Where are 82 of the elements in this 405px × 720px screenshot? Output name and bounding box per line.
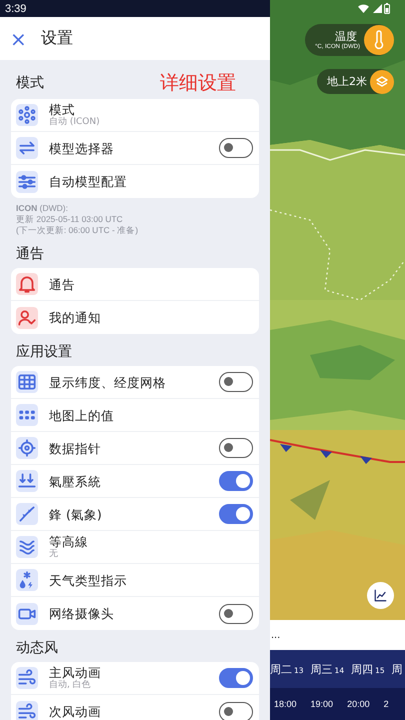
settings-row[interactable]: 通告 — [11, 268, 259, 301]
setting-label: 模型选择器 — [49, 140, 115, 156]
height-button[interactable]: 地上2米 — [317, 69, 393, 94]
settings-row[interactable]: 我的通知 — [11, 301, 259, 334]
settings-row[interactable]: 鋒 (氣象) — [11, 498, 259, 531]
settings-row[interactable]: 模型选择器 — [11, 132, 259, 165]
time-label[interactable]: 20:00 — [347, 699, 370, 709]
close-button[interactable]: × — [8, 28, 29, 48]
toggle-switch[interactable] — [219, 138, 253, 158]
toggle-switch[interactable] — [219, 372, 253, 392]
setting-label: 主风动画 — [49, 665, 102, 680]
section-title: 通告 — [16, 246, 44, 263]
day-tab[interactable]: 周 — [392, 662, 403, 676]
setting-label: 数据指针 — [49, 440, 102, 456]
settings-row[interactable]: 显示纬度、经度网格 — [11, 366, 259, 399]
toggle-switch[interactable] — [219, 702, 253, 720]
toggle-switch[interactable] — [219, 504, 253, 524]
settings-row[interactable]: 等高線 无 — [11, 531, 259, 564]
section-title: 动态风 — [16, 640, 58, 657]
dots-icon — [16, 404, 38, 426]
wifi-icon — [358, 4, 369, 13]
update-info: ICON (DWD): — [16, 203, 69, 214]
camera-icon — [16, 602, 38, 624]
target-icon — [16, 437, 38, 459]
toggle-switch[interactable] — [219, 668, 253, 688]
setting-label: 鋒 (氣象) — [49, 506, 103, 522]
front-icon — [16, 503, 38, 525]
setting-label: 模式 — [49, 102, 76, 117]
network-icon — [16, 104, 38, 126]
layers-icon — [370, 70, 394, 94]
section-title: 模式 — [16, 74, 44, 92]
time-label[interactable]: 18:00 — [274, 699, 297, 709]
update-info: (下一次更新: 06:00 UTC - 准备) — [16, 225, 140, 236]
setting-label: 网络摄像头 — [49, 606, 115, 621]
grid-icon — [16, 371, 38, 393]
swap-icon — [16, 137, 38, 159]
contour-icon — [16, 536, 38, 558]
sliders-icon — [16, 170, 38, 192]
section-title: 应用设置 — [16, 344, 72, 361]
setting-value: 自动, 白色 — [49, 680, 92, 691]
settings-row[interactable]: 天气类型指示 — [11, 564, 259, 597]
layer-title: 温度 — [335, 30, 357, 42]
signal-icon — [373, 4, 382, 13]
time-label[interactable]: 2 — [384, 699, 389, 709]
height-label: 地上2米 — [327, 75, 367, 88]
page-title: 设置 — [40, 28, 73, 49]
settings-row[interactable]: 地图上的值 — [11, 399, 259, 432]
battery-icon — [384, 3, 390, 14]
thermometer-icon — [364, 25, 394, 55]
setting-label: 通告 — [49, 276, 76, 292]
time-label[interactable]: 19:00 — [310, 699, 334, 709]
toggle-switch[interactable] — [219, 471, 253, 491]
status-time: 3:39 — [5, 2, 26, 14]
bell-icon — [16, 273, 38, 295]
toggle-switch[interactable] — [219, 604, 253, 624]
setting-value: 无 — [49, 549, 59, 560]
settings-row[interactable]: 主风动画 自动, 白色 — [11, 662, 259, 695]
settings-row[interactable]: 网络摄像头 — [11, 597, 259, 630]
setting-label: 地图上的值 — [49, 408, 115, 422]
setting-value: 自动 (ICON) — [49, 117, 101, 128]
setting-label: 自动模型配置 — [49, 174, 128, 189]
setting-label: 氣壓系統 — [49, 474, 102, 488]
setting-label: 天气类型指示 — [49, 572, 128, 588]
setting-label: 我的通知 — [49, 310, 102, 325]
more-text: ... — [271, 629, 280, 641]
settings-row[interactable]: 氣壓系統 — [11, 465, 259, 498]
user-check-icon — [16, 306, 38, 328]
settings-row[interactable]: 数据指针 — [11, 432, 259, 465]
annotation-label: 详细设置 — [160, 72, 236, 94]
arrows-down-icon — [16, 470, 38, 492]
setting-label: 显示纬度、经度网格 — [49, 374, 167, 390]
wind-icon — [16, 667, 38, 689]
wind-icon — [16, 700, 38, 720]
settings-row[interactable]: 次风动画 — [11, 695, 259, 720]
setting-label: 等高線 — [49, 534, 89, 549]
settings-row[interactable]: 模式 自动 (ICON) — [11, 99, 259, 132]
weather-drops-icon — [16, 569, 38, 591]
line-chart-icon — [373, 588, 388, 603]
update-info: 更新 2025-05-11 03:00 UTC — [16, 214, 124, 225]
toggle-switch[interactable] — [219, 438, 253, 458]
settings-row[interactable]: 自动模型配置 — [11, 165, 259, 198]
setting-label: 次风动画 — [49, 704, 102, 719]
